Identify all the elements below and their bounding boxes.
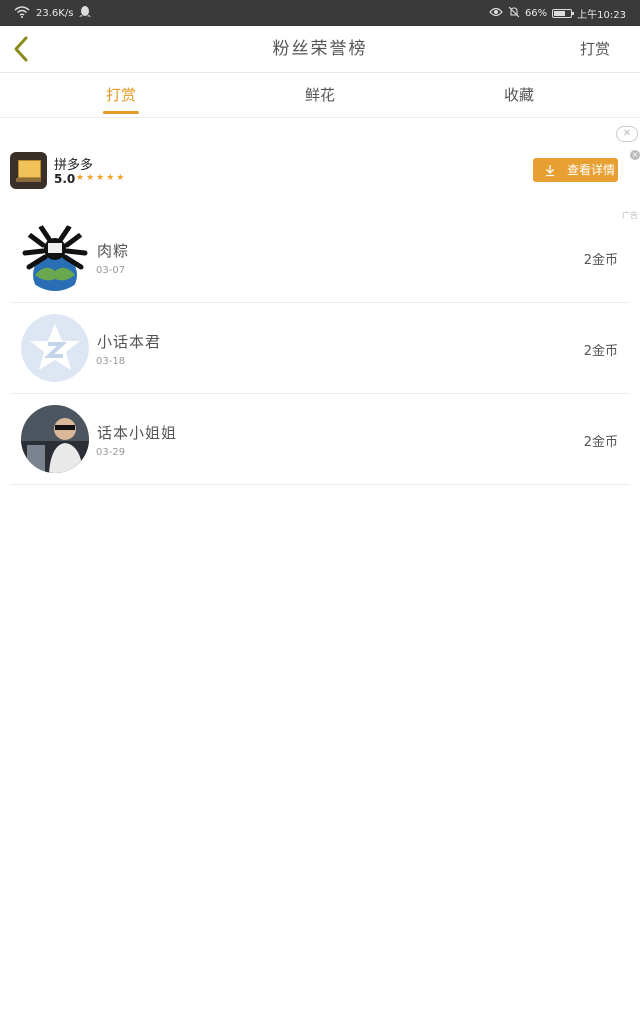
download-icon: [544, 158, 556, 190]
battery-icon: [552, 8, 575, 18]
ad-dismiss-icon[interactable]: ×: [630, 150, 640, 160]
ad-app-name: 拼多多: [54, 158, 94, 173]
fan-date: 03-29: [96, 447, 126, 458]
ad-close-icon[interactable]: ✕: [616, 126, 638, 142]
avatar: [21, 223, 89, 291]
fan-name: 肉粽: [97, 242, 130, 260]
list-item[interactable]: 话本小姐姐 03-29 2金币: [10, 394, 630, 485]
tab-flowers[interactable]: 鲜花: [260, 73, 380, 117]
fan-date: 03-18: [96, 356, 126, 367]
list-item[interactable]: 肉粽 03-07 2金币: [10, 212, 630, 303]
avatar: [21, 314, 89, 382]
active-tab-indicator: [103, 111, 139, 114]
fan-name: 话本小姐姐: [97, 424, 178, 442]
wifi-icon: [14, 5, 30, 21]
status-bar: 23.6K/s 66% 上午10:23: [0, 0, 640, 26]
tab-favorites-label: 收藏: [503, 86, 534, 104]
tab-bar: 打赏 鲜花 收藏: [0, 73, 640, 118]
ad-details-label: 查看详情: [567, 163, 616, 177]
reward-amount: 2金币: [583, 344, 618, 359]
ad-rating: 5.0: [54, 172, 76, 186]
ad-app-logo: [10, 152, 47, 189]
tab-favorites[interactable]: 收藏: [459, 73, 579, 117]
qq-icon: [79, 5, 92, 21]
tab-reward-label: 打赏: [105, 86, 136, 104]
tab-reward[interactable]: 打赏: [61, 73, 181, 117]
clock: 上午10:23: [577, 9, 626, 21]
list-item[interactable]: 小话本君 03-18 2金币: [10, 303, 630, 394]
ad-star-rating: ★★★★★: [76, 173, 127, 183]
fan-list: 肉粽 03-07 2金币 小话本君 03-18 2金币 话本小姐姐 03-29 …: [0, 212, 640, 485]
mute-bell-icon: [508, 6, 520, 21]
page-title: 粉丝荣誉榜: [272, 39, 368, 59]
reward-amount: 2金币: [583, 435, 618, 450]
tab-flowers-label: 鲜花: [304, 86, 335, 104]
battery-percent: 66%: [524, 7, 548, 19]
reward-amount: 2金币: [583, 253, 618, 268]
fan-date: 03-07: [96, 265, 126, 276]
avatar: [21, 405, 89, 473]
ad-banner[interactable]: ✕ × 拼多多 5.0 ★★★★★ 查看详情 广告: [0, 118, 640, 220]
eye-icon: [489, 7, 503, 20]
nav-bar: 粉丝荣誉榜 打赏: [0, 26, 640, 73]
fan-name: 小话本君: [97, 333, 162, 351]
ad-details-button[interactable]: 查看详情: [533, 158, 618, 182]
reward-button[interactable]: 打赏: [580, 26, 610, 72]
network-speed: 23.6K/s: [36, 7, 74, 19]
